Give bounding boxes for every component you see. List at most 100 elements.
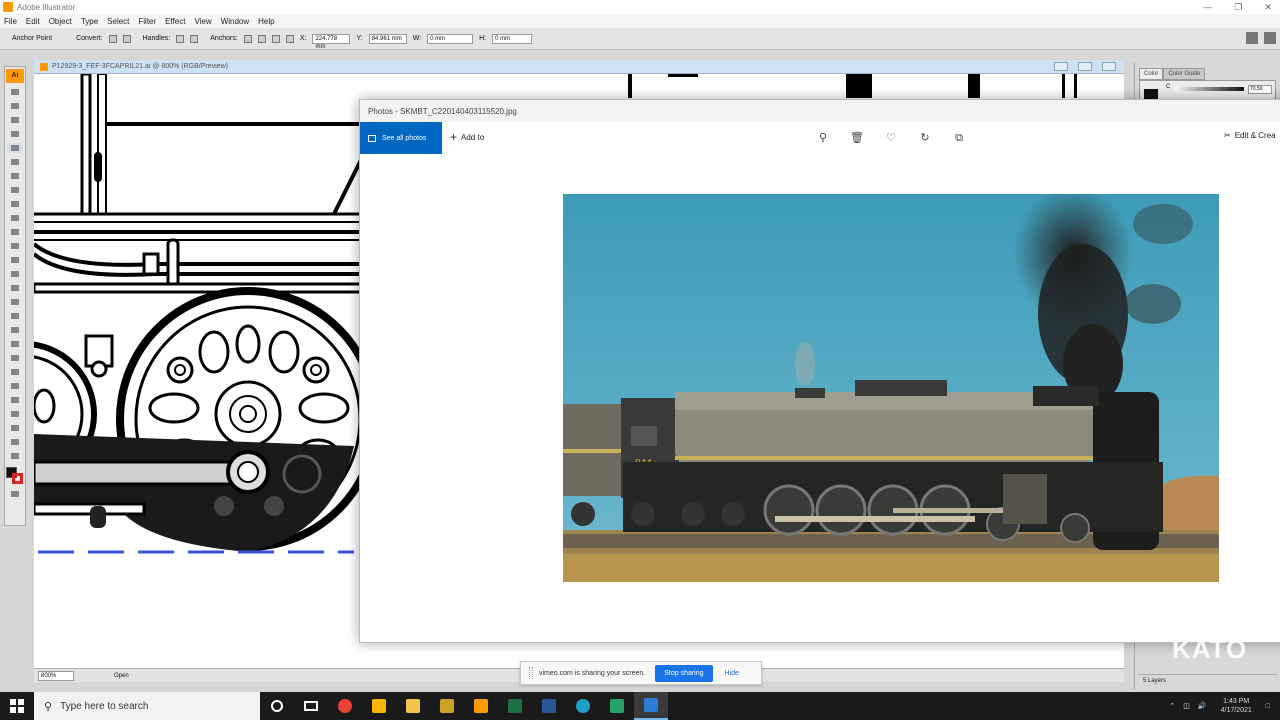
gradient-tool-icon[interactable]: [7, 339, 23, 349]
document-setup-icon[interactable]: [1246, 32, 1258, 44]
menu-type[interactable]: Type: [81, 17, 98, 26]
taskbar-chrome[interactable]: [328, 692, 362, 720]
eraser-tool-icon[interactable]: [7, 409, 23, 419]
pencil-tool-icon[interactable]: [7, 213, 23, 223]
doc-close-icon[interactable]: [1102, 62, 1116, 71]
graph-tool-icon[interactable]: [7, 311, 23, 321]
doc-maximize-icon[interactable]: [1078, 62, 1092, 71]
minimize-icon[interactable]: —: [1203, 2, 1212, 12]
zoom-tool-icon[interactable]: [7, 451, 23, 461]
live-paint-tool-icon[interactable]: [7, 381, 23, 391]
tray-chevron-icon[interactable]: ⌃: [1169, 702, 1175, 710]
fill-stroke-swatches[interactable]: [6, 467, 24, 485]
menu-edit[interactable]: Edit: [26, 17, 40, 26]
taskbar-edge[interactable]: [566, 692, 600, 720]
transform-icon[interactable]: [285, 34, 294, 43]
taskbar-photos[interactable]: [634, 692, 668, 720]
favorite-icon[interactable]: ♡: [884, 131, 898, 145]
hand-tool-icon[interactable]: [7, 437, 23, 447]
magic-wand-tool-icon[interactable]: [7, 115, 23, 125]
handles-label: Handles:: [142, 35, 171, 42]
cortana-button[interactable]: [260, 692, 294, 720]
taskbar-illustrator[interactable]: [464, 692, 498, 720]
taskbar-app-green[interactable]: [600, 692, 634, 720]
notifications-icon[interactable]: □: [1266, 703, 1270, 710]
taskbar-acrobat[interactable]: [430, 692, 464, 720]
x-field[interactable]: 224.778 mm: [312, 33, 351, 50]
selection-tool-icon[interactable]: [7, 87, 23, 97]
menu-view[interactable]: View: [194, 17, 211, 26]
rotate-icon[interactable]: ↻: [918, 131, 932, 145]
doc-minimize-icon[interactable]: [1054, 62, 1068, 71]
hide-button[interactable]: Hide: [725, 670, 739, 677]
maximize-icon[interactable]: ❐: [1234, 2, 1242, 13]
edit-create-button[interactable]: ✂ Edit & Crea: [1224, 131, 1276, 140]
screen-mode-icon[interactable]: [7, 489, 23, 499]
window-controls: — ❐ ✕: [1203, 0, 1272, 14]
task-view-button[interactable]: [294, 692, 328, 720]
scissors-tool-icon[interactable]: [7, 423, 23, 433]
taskbar-search-box[interactable]: ⚲ Type here to search: [34, 692, 260, 720]
volume-icon[interactable]: 🔊: [1198, 702, 1207, 710]
menu-help[interactable]: Help: [258, 17, 274, 26]
panel-menu-icon[interactable]: [1264, 32, 1276, 44]
remove-anchor-icon[interactable]: [243, 34, 252, 43]
line-tool-icon[interactable]: [7, 171, 23, 181]
pen-tool-icon[interactable]: [7, 143, 23, 153]
stop-sharing-button[interactable]: Stop sharing: [655, 664, 713, 682]
menu-effect[interactable]: Effect: [165, 17, 185, 26]
delete-icon[interactable]: 🗑: [850, 131, 864, 145]
free-transform-tool-icon[interactable]: [7, 283, 23, 293]
handles-hide-icon[interactable]: [190, 34, 199, 43]
direct-selection-tool-icon[interactable]: [7, 101, 23, 111]
blend-tool-icon[interactable]: [7, 367, 23, 377]
handles-show-icon[interactable]: [176, 34, 185, 43]
start-button[interactable]: [0, 692, 34, 720]
drag-handle-icon[interactable]: [529, 667, 533, 679]
menu-select[interactable]: Select: [107, 17, 129, 26]
taskbar-excel[interactable]: [498, 692, 532, 720]
rectangle-tool-icon[interactable]: [7, 185, 23, 195]
warp-tool-icon[interactable]: [7, 269, 23, 279]
menu-filter[interactable]: Filter: [138, 17, 156, 26]
scale-tool-icon[interactable]: [7, 255, 23, 265]
zoom-level-field[interactable]: 800%: [38, 670, 74, 681]
menu-window[interactable]: Window: [221, 17, 249, 26]
zoom-icon[interactable]: ⚲: [816, 131, 830, 145]
align-icon[interactable]: [271, 34, 280, 43]
close-icon[interactable]: ✕: [1264, 2, 1272, 13]
y-field[interactable]: 84.961 mm: [368, 33, 407, 44]
see-all-photos-button[interactable]: See all photos: [360, 122, 442, 154]
taskbar-explorer[interactable]: [396, 692, 430, 720]
crop-icon[interactable]: ⧉: [952, 131, 966, 145]
paintbrush-tool-icon[interactable]: [7, 199, 23, 209]
menu-object[interactable]: Object: [49, 17, 72, 26]
slice-tool-icon[interactable]: [7, 395, 23, 405]
add-to-button[interactable]: + Add to: [450, 131, 484, 143]
tab-color[interactable]: Color: [1139, 68, 1164, 80]
eyedropper-tool-icon[interactable]: [7, 353, 23, 363]
taskbar-sticky[interactable]: [362, 692, 396, 720]
blob-brush-tool-icon[interactable]: [7, 227, 23, 237]
locomotive-photo[interactable]: 844: [563, 194, 1219, 582]
w-field[interactable]: 0 mm: [427, 33, 474, 44]
network-icon[interactable]: ◫: [1183, 702, 1190, 710]
stroke-swatch[interactable]: [12, 473, 23, 484]
illustrator-logo-icon: [3, 2, 13, 12]
channel-value-field[interactable]: 70.59: [1248, 85, 1272, 94]
convert-smooth-icon[interactable]: [122, 34, 131, 43]
lasso-tool-icon[interactable]: [7, 129, 23, 139]
clock[interactable]: 1:43 PM 4/17/2021: [1221, 697, 1252, 715]
mesh-tool-icon[interactable]: [7, 325, 23, 335]
tab-color-guide[interactable]: Color Guide: [1163, 68, 1206, 80]
taskbar-word[interactable]: [532, 692, 566, 720]
symbol-sprayer-tool-icon[interactable]: [7, 297, 23, 307]
channel-slider[interactable]: [1174, 87, 1244, 91]
rotate-tool-icon[interactable]: [7, 241, 23, 251]
menu-file[interactable]: File: [4, 17, 17, 26]
cut-path-icon[interactable]: [257, 34, 266, 43]
convert-corner-icon[interactable]: [108, 34, 117, 43]
type-tool-icon[interactable]: [7, 157, 23, 167]
h-field[interactable]: 0 mm: [492, 33, 533, 44]
control-bar-right-icons: [1246, 32, 1276, 44]
